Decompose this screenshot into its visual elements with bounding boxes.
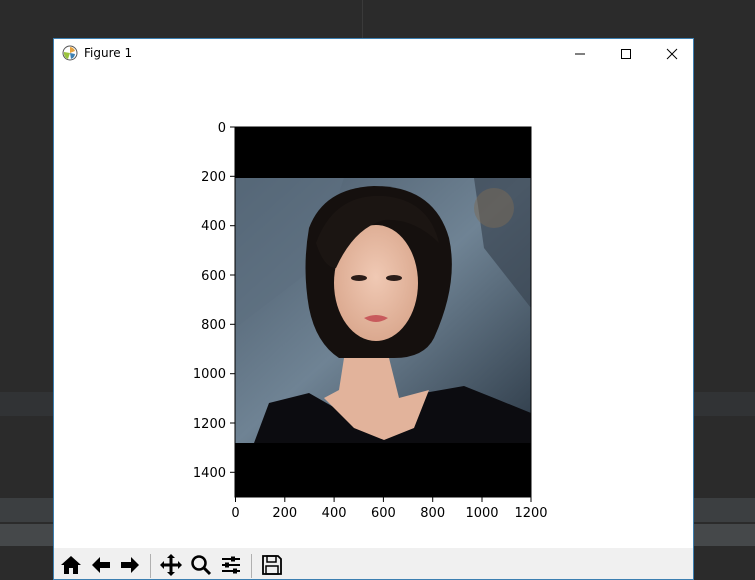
image-black-bottom bbox=[235, 443, 531, 497]
y-tick-label: 1400 bbox=[193, 466, 226, 481]
back-button[interactable] bbox=[88, 552, 114, 578]
zoom-button[interactable] bbox=[188, 552, 214, 578]
configure-subplots-icon bbox=[222, 556, 240, 574]
window-title: Figure 1 bbox=[84, 46, 133, 60]
x-tick-label: 200 bbox=[272, 506, 297, 521]
portrait-photo bbox=[235, 178, 531, 443]
x-tick-label: 400 bbox=[322, 506, 347, 521]
x-tick-label: 0 bbox=[231, 506, 239, 521]
zoom-icon bbox=[191, 555, 212, 576]
minimize-button[interactable] bbox=[557, 39, 603, 68]
close-button[interactable] bbox=[649, 39, 693, 68]
forward-icon bbox=[121, 557, 139, 573]
x-tick-label: 1200 bbox=[514, 506, 547, 521]
x-tick-label: 1000 bbox=[465, 506, 498, 521]
y-tick-label: 200 bbox=[201, 170, 226, 185]
image-black-top bbox=[235, 127, 531, 178]
maximize-icon bbox=[621, 48, 631, 59]
home-button[interactable] bbox=[58, 552, 84, 578]
pan-icon bbox=[160, 554, 182, 576]
minimize-icon bbox=[575, 53, 585, 54]
y-tick-label: 800 bbox=[201, 318, 226, 333]
figure-window: Figure 1 0 200 400 600 800 1000 1200 140… bbox=[53, 38, 694, 580]
maximize-button[interactable] bbox=[603, 39, 649, 68]
y-tick-label: 600 bbox=[201, 269, 226, 284]
save-icon bbox=[262, 555, 282, 575]
y-axis: 0 200 400 600 800 1000 1200 1400 bbox=[193, 121, 235, 481]
home-icon bbox=[61, 556, 81, 574]
y-tick-label: 1000 bbox=[193, 367, 226, 382]
save-button[interactable] bbox=[259, 552, 285, 578]
close-icon bbox=[666, 48, 678, 59]
figure-canvas[interactable]: 0 200 400 600 800 1000 1200 1400 0 200 4… bbox=[54, 68, 693, 547]
back-icon bbox=[92, 557, 110, 573]
x-tick-label: 800 bbox=[420, 506, 445, 521]
matplotlib-icon bbox=[62, 45, 78, 61]
configure-subplots-button[interactable] bbox=[218, 552, 244, 578]
toolbar-separator bbox=[150, 554, 151, 578]
x-axis: 0 200 400 600 800 1000 1200 bbox=[231, 497, 548, 521]
navigation-toolbar bbox=[54, 548, 693, 579]
y-tick-label: 1200 bbox=[193, 417, 226, 432]
y-tick-label: 0 bbox=[218, 121, 226, 136]
forward-button[interactable] bbox=[117, 552, 143, 578]
ide-divider bbox=[362, 0, 363, 38]
toolbar-separator bbox=[251, 554, 252, 578]
pan-button[interactable] bbox=[158, 552, 184, 578]
x-tick-label: 600 bbox=[371, 506, 396, 521]
y-tick-label: 400 bbox=[201, 219, 226, 234]
axes-image bbox=[234, 126, 532, 498]
title-bar[interactable]: Figure 1 bbox=[54, 39, 693, 68]
